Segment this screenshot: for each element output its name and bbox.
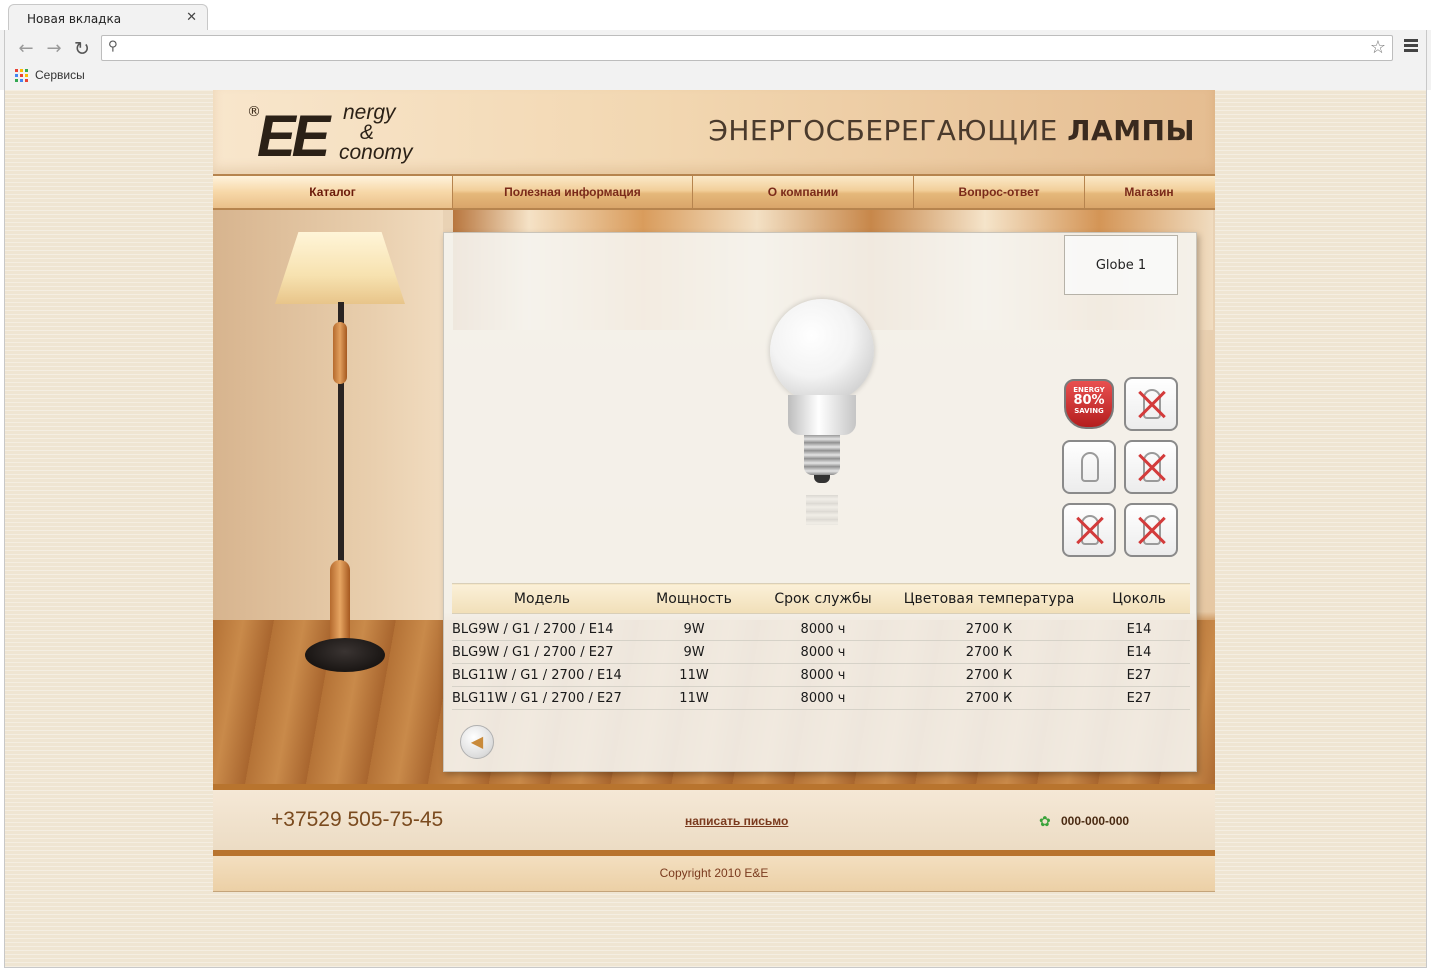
search-icon: ⚲ <box>108 39 118 54</box>
hand-screw-icon <box>1062 440 1116 494</box>
col-power: Мощность <box>632 583 756 614</box>
address-input[interactable] <box>128 39 1358 57</box>
cell-color-temp: 2700 К <box>890 663 1088 687</box>
no-hand-grip-icon <box>1124 440 1178 494</box>
cell-model: BLG9W / G1 / 2700 / E14 <box>452 613 632 641</box>
page-viewport: ® EE nergy & conomy ЭНЕРГОСБЕРЕГАЮЩИЕ ЛА… <box>4 90 1427 968</box>
floor-lamp-wood-upper <box>333 322 347 384</box>
logo-line1: nergy <box>343 101 396 124</box>
logo[interactable]: ® EE nergy & conomy <box>247 101 427 169</box>
site-title-bold: ЛАМПЫ <box>1067 114 1195 147</box>
badge-line3: SAVING <box>1074 407 1104 415</box>
cell-lifetime: 8000 ч <box>756 663 890 687</box>
cell-power: 11W <box>632 663 756 687</box>
site-header: ® EE nergy & conomy ЭНЕРГОСБЕРЕГАЮЩИЕ ЛА… <box>213 90 1215 174</box>
browser-chrome: Новая вкладка ✕ ← → ↻ ⚲ ☆ Сервисы <box>0 0 1431 90</box>
apps-grid-icon[interactable] <box>15 69 28 82</box>
write-letter-link[interactable]: написать письмо <box>685 814 788 828</box>
site-title: ЭНЕРГОСБЕРЕГАЮЩИЕ ЛАМПЫ <box>708 114 1195 147</box>
bulb-collar <box>788 395 856 435</box>
main-nav: Каталог Полезная информация О компании В… <box>213 174 1215 210</box>
browser-toolbar: ← → ↻ ⚲ ☆ Сервисы <box>4 30 1427 90</box>
cell-power: 9W <box>632 613 756 641</box>
cell-lifetime: 8000 ч <box>756 613 890 641</box>
back-button[interactable]: ◀ <box>460 725 494 759</box>
no-dimmer-icon <box>1062 503 1116 557</box>
browser-tab[interactable]: Новая вкладка ✕ <box>8 4 208 32</box>
copyright: Copyright 2010 E&E <box>213 850 1215 892</box>
table-row: BLG11W / G1 / 2700 / E14 11W 8000 ч 2700… <box>452 663 1190 687</box>
cell-socket: E14 <box>1088 613 1190 641</box>
footer-phone: +37529 505-75-45 <box>271 808 444 831</box>
bookmark-star-icon[interactable]: ☆ <box>1370 37 1386 58</box>
bulb-image <box>766 299 876 539</box>
spec-table-header: Модель Мощность Срок службы Цветовая тем… <box>452 583 1190 614</box>
no-enclosed-fixture-icon <box>1124 503 1178 557</box>
logo-line2: & <box>360 121 375 144</box>
cell-model: BLG11W / G1 / 2700 / E27 <box>452 686 632 710</box>
bulb-tip <box>814 475 830 483</box>
logo-line3: conomy <box>339 141 413 164</box>
col-socket: Цоколь <box>1088 583 1190 614</box>
address-bar[interactable]: ⚲ ☆ <box>101 35 1393 61</box>
tab-title: Новая вкладка <box>27 12 122 26</box>
nav-faq[interactable]: Вопрос-ответ <box>914 176 1085 208</box>
back-arrow-icon: ◀ <box>470 732 484 751</box>
cell-socket: E27 <box>1088 663 1190 687</box>
icq-flower-icon: ✿ <box>1039 814 1051 830</box>
nav-useful-info[interactable]: Полезная информация <box>453 176 693 208</box>
tab-close-icon[interactable]: ✕ <box>186 10 197 25</box>
cell-color-temp: 2700 К <box>890 640 1088 664</box>
energy-shield: ENERGY 80% SAVING <box>1064 379 1114 429</box>
spec-table: Модель Мощность Срок службы Цветовая тем… <box>452 583 1190 710</box>
table-row: BLG9W / G1 / 2700 / E14 9W 8000 ч 2700 К… <box>452 613 1190 641</box>
col-model: Модель <box>452 583 632 614</box>
cell-color-temp: 2700 К <box>890 613 1088 641</box>
product-panel: Globe 1 ENERGY 80% SAVING Модель Мощност… <box>443 232 1197 772</box>
cell-power: 11W <box>632 686 756 710</box>
cell-lifetime: 8000 ч <box>756 686 890 710</box>
cell-socket: E14 <box>1088 640 1190 664</box>
badge-line2: 80% <box>1073 393 1105 408</box>
cell-socket: E27 <box>1088 686 1190 710</box>
cell-model: BLG9W / G1 / 2700 / E27 <box>452 640 632 664</box>
product-name: Globe 1 <box>1064 235 1178 295</box>
no-moisture-icon <box>1124 377 1178 431</box>
bulb-globe <box>770 299 874 403</box>
forward-arrow-icon[interactable]: → <box>43 38 65 60</box>
cell-lifetime: 8000 ч <box>756 640 890 664</box>
cell-color-temp: 2700 К <box>890 686 1088 710</box>
col-lifetime: Срок службы <box>756 583 890 614</box>
col-color-temp: Цветовая температура <box>890 583 1088 614</box>
nav-catalog[interactable]: Каталог <box>213 176 453 208</box>
feature-icons: ENERGY 80% SAVING <box>1062 377 1180 557</box>
footer-icq: 000-000-000 <box>1061 814 1130 828</box>
floor-lamp-wood-lower <box>330 560 350 650</box>
energy-saving-badge-icon: ENERGY 80% SAVING <box>1062 377 1116 431</box>
reload-icon[interactable]: ↻ <box>71 38 93 60</box>
table-row: BLG11W / G1 / 2700 / E27 11W 8000 ч 2700… <box>452 686 1190 710</box>
site-title-light: ЭНЕРГОСБЕРЕГАЮЩИЕ <box>708 114 1068 147</box>
floor-lamp-base <box>305 638 385 672</box>
nav-shop[interactable]: Магазин <box>1085 176 1213 208</box>
logo-ee: EE <box>257 104 330 169</box>
bookmark-services[interactable]: Сервисы <box>35 68 85 82</box>
back-arrow-icon[interactable]: ← <box>15 38 37 60</box>
cell-model: BLG11W / G1 / 2700 / E14 <box>452 663 632 687</box>
cell-power: 9W <box>632 640 756 664</box>
menu-icon[interactable] <box>1404 39 1418 53</box>
bulb-base <box>804 435 840 475</box>
hero-photo: Globe 1 ENERGY 80% SAVING Модель Мощност… <box>213 210 1215 784</box>
bulb-reflection <box>806 495 838 525</box>
table-row: BLG9W / G1 / 2700 / E27 9W 8000 ч 2700 К… <box>452 640 1190 664</box>
tab-strip: Новая вкладка ✕ <box>0 0 1431 32</box>
nav-about[interactable]: О компании <box>693 176 914 208</box>
site-footer: +37529 505-75-45 написать письмо ✿ 000-0… <box>213 784 1215 850</box>
site-container: ® EE nergy & conomy ЭНЕРГОСБЕРЕГАЮЩИЕ ЛА… <box>213 90 1215 893</box>
